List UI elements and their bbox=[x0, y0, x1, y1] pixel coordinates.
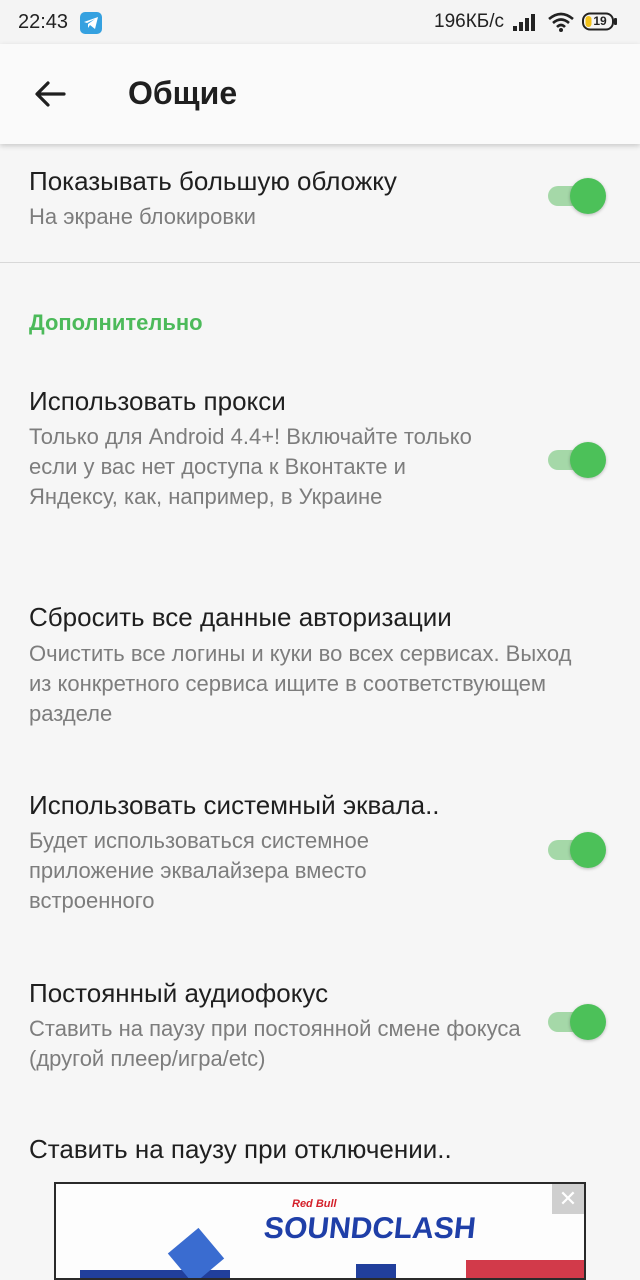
close-icon[interactable]: ✕ bbox=[552, 1184, 584, 1214]
toggle-thumb bbox=[570, 1004, 606, 1040]
setting-reset-auth[interactable]: Сбросить все данные авторизации Очистить… bbox=[0, 584, 640, 754]
setting-title: Использовать прокси bbox=[29, 386, 286, 416]
setting-summary: Очистить все логины и куки во всех серви… bbox=[29, 641, 572, 726]
setting-title: Постоянный аудиофокус bbox=[29, 978, 329, 1008]
wifi-icon bbox=[547, 12, 575, 38]
status-time: 22:43 bbox=[18, 11, 69, 33]
status-bar: 22:43 196КБ/с 19 bbox=[0, 0, 640, 44]
ad-brand-logo: Red Bull bbox=[292, 1198, 337, 1210]
network-speed: 196КБ/с bbox=[434, 11, 505, 32]
battery-icon: 19 bbox=[582, 12, 618, 31]
setting-use-proxy[interactable]: Использовать прокси Только для Android 4… bbox=[0, 366, 640, 556]
telegram-icon bbox=[80, 12, 102, 34]
setting-title: Показывать большую обложку bbox=[29, 166, 397, 196]
arrow-left-icon bbox=[35, 81, 66, 107]
proxy-toggle[interactable] bbox=[546, 442, 606, 478]
toggle-thumb bbox=[570, 832, 606, 868]
audio-focus-toggle[interactable] bbox=[546, 1004, 606, 1040]
page-title: Общие bbox=[128, 75, 238, 111]
section-header-additional: Дополнительно bbox=[29, 310, 203, 335]
back-button[interactable] bbox=[28, 72, 72, 116]
setting-title: Сбросить все данные авторизации bbox=[29, 602, 452, 632]
settings-list: Показывать большую обложку На экране бло… bbox=[0, 144, 640, 1180]
battery-level: 19 bbox=[593, 14, 607, 28]
ad-area: Red Bull SOUNDCLASH ✕ bbox=[0, 1180, 640, 1280]
toggle-thumb bbox=[570, 442, 606, 478]
cover-toggle[interactable] bbox=[546, 178, 606, 214]
ad-banner[interactable]: Red Bull SOUNDCLASH ✕ bbox=[54, 1182, 586, 1280]
setting-pause-on-disconnect[interactable]: Ставить на паузу при отключении.. bbox=[0, 1120, 640, 1180]
setting-title: Использовать системный эквала.. bbox=[29, 790, 440, 820]
setting-audio-focus[interactable]: Постоянный аудиофокус Ставить на паузу п… bbox=[0, 964, 640, 1094]
system-equalizer-toggle[interactable] bbox=[546, 832, 606, 868]
setting-title: Ставить на паузу при отключении.. bbox=[29, 1134, 452, 1164]
setting-summary: Ставить на паузу при постоянной смене фо… bbox=[29, 1016, 521, 1071]
ad-graphic bbox=[466, 1260, 584, 1278]
setting-summary: На экране блокировки bbox=[29, 204, 256, 229]
setting-summary: Только для Android 4.4+! Включайте тольк… bbox=[29, 424, 472, 509]
section-divider bbox=[0, 262, 640, 263]
screen: 22:43 196КБ/с 19 Общие Показывать большу… bbox=[0, 0, 640, 1280]
ad-headline: SOUNDCLASH bbox=[262, 1212, 478, 1245]
setting-summary: Будет использоваться системное приложени… bbox=[29, 828, 369, 913]
toggle-thumb bbox=[570, 178, 606, 214]
signal-icon bbox=[513, 13, 539, 37]
setting-show-large-cover[interactable]: Показывать большую обложку На экране бло… bbox=[0, 144, 640, 262]
setting-system-equalizer[interactable]: Использовать системный эквала.. Будет ис… bbox=[0, 774, 640, 944]
app-bar: Общие bbox=[0, 44, 640, 144]
ad-graphic bbox=[356, 1264, 396, 1278]
